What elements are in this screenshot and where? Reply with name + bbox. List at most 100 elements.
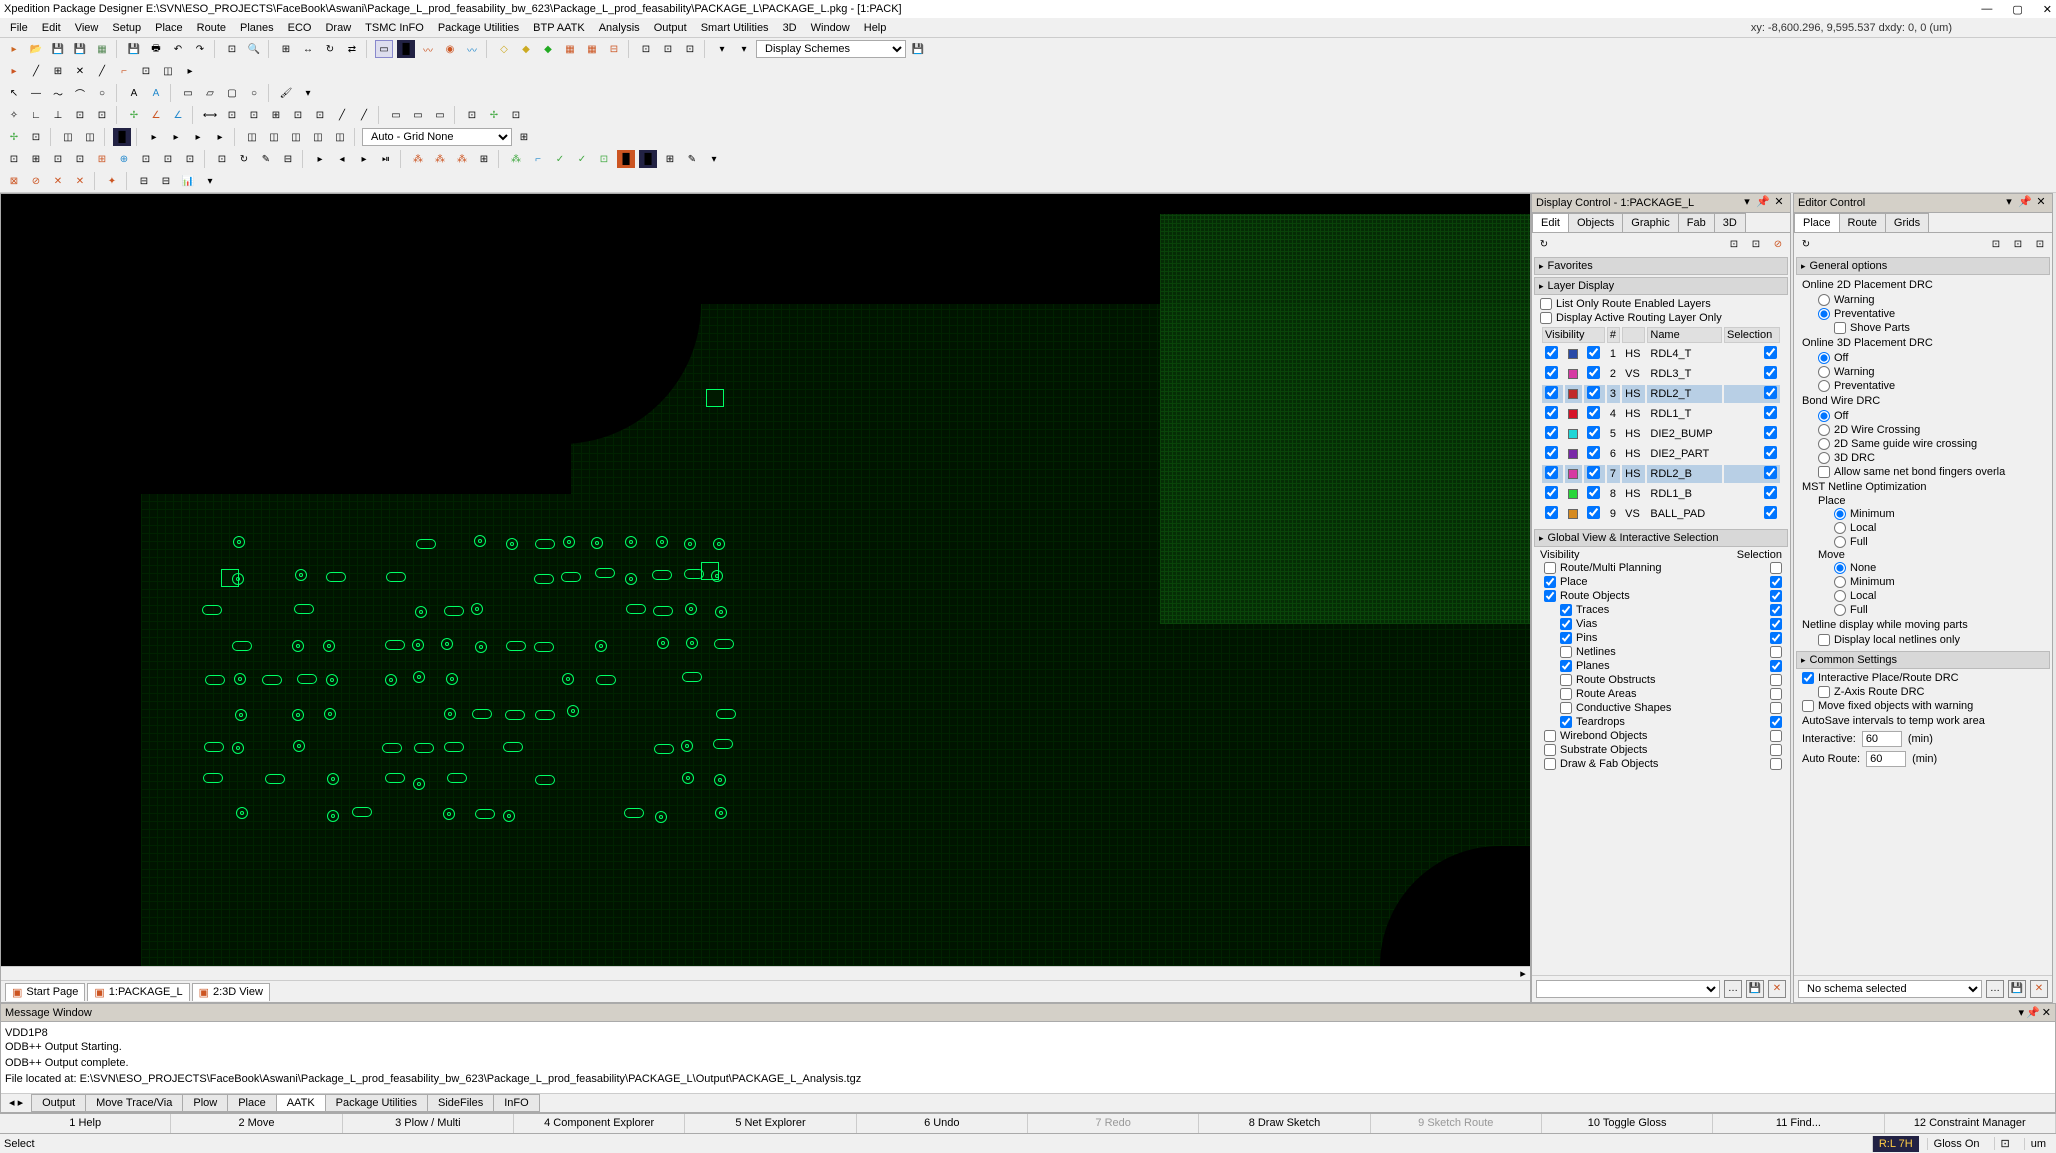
fn-cell[interactable]: 11 Find... (1713, 1114, 1884, 1133)
ec-tab-route[interactable]: Route (1839, 213, 1886, 232)
shape1-icon[interactable]: ▭ (179, 84, 197, 102)
mirror-icon[interactable]: ⇄ (343, 40, 361, 58)
ec-opt3-icon[interactable]: ⊡ (2031, 235, 2049, 253)
p6-icon[interactable]: ⊕ (115, 150, 133, 168)
meas8-icon[interactable]: ╱ (355, 106, 373, 124)
dropdown2-icon[interactable]: ▾ (735, 40, 753, 58)
ec-bottom-combo[interactable]: No schema selected (1798, 980, 1982, 998)
center-icon[interactable]: ✢ (485, 106, 503, 124)
ec-b3-icon[interactable]: ✕ (2030, 980, 2048, 998)
rect-icon[interactable]: ▭ (387, 106, 405, 124)
dc-tab-edit[interactable]: Edit (1532, 213, 1569, 232)
msg-tab[interactable]: InFO (493, 1094, 539, 1112)
meas1-icon[interactable]: ⟷ (201, 106, 219, 124)
msg-tab[interactable]: Place (227, 1094, 277, 1112)
dc-refresh-icon[interactable]: ↻ (1535, 235, 1553, 253)
meas6-icon[interactable]: ⊡ (311, 106, 329, 124)
p11-icon[interactable]: ↻ (235, 150, 253, 168)
minimize-icon[interactable]: — (1981, 3, 1992, 16)
r2-icon[interactable]: ▸ (167, 128, 185, 146)
p8-icon[interactable]: ⊡ (159, 150, 177, 168)
menu-tsmc[interactable]: TSMC InFO (359, 20, 430, 36)
msg-tab[interactable]: Package Utilities (325, 1094, 428, 1112)
p1-icon[interactable]: ⊡ (5, 150, 23, 168)
movexy-icon[interactable]: ⊡ (27, 128, 45, 146)
r1-icon[interactable]: ▸ (145, 128, 163, 146)
ec-opt2-icon[interactable]: ⊡ (2009, 235, 2027, 253)
fn-cell[interactable]: 12 Constraint Manager (1885, 1114, 2056, 1133)
tool-f-icon[interactable]: ⌐ (115, 62, 133, 80)
msg-close-icon[interactable]: ✕ (2042, 1006, 2051, 1019)
q10-icon[interactable]: █ (617, 150, 635, 168)
msg-tab[interactable]: Output (31, 1094, 86, 1112)
menu-smart[interactable]: Smart Utilities (695, 20, 775, 36)
snap5-icon[interactable]: ⊡ (93, 106, 111, 124)
arrow-icon[interactable]: ↖ (5, 84, 23, 102)
ec-refresh-icon[interactable]: ↻ (1797, 235, 1815, 253)
layer-row[interactable]: 2VSRDL3_T (1542, 365, 1780, 383)
tab-package[interactable]: ▣1:PACKAGE_L (87, 983, 189, 1001)
gv-item[interactable]: Place (1540, 575, 1782, 589)
pl-full-radio[interactable]: Full (1802, 535, 2044, 549)
pl-local-radio[interactable]: Local (1802, 521, 2044, 535)
pin-icon[interactable]: 📌 (1756, 196, 1770, 210)
msg-tab[interactable]: AATK (276, 1094, 326, 1112)
layer-row[interactable]: 3HSRDL2_T (1542, 385, 1780, 403)
menu-output[interactable]: Output (648, 20, 693, 36)
menu-analysis[interactable]: Analysis (593, 20, 646, 36)
trace-icon[interactable]: 〰 (419, 40, 437, 58)
angle2-icon[interactable]: ∠ (169, 106, 187, 124)
q5-icon[interactable]: ⁂ (507, 150, 525, 168)
p3-icon[interactable]: ⊡ (49, 150, 67, 168)
scheme-save-icon[interactable]: 💾 (909, 40, 927, 58)
r9-icon[interactable]: ◫ (331, 128, 349, 146)
display-active-check[interactable]: Display Active Routing Layer Only (1540, 311, 1782, 325)
message-body[interactable]: VDD1P8ODB++ Output Starting.ODB++ Output… (1, 1022, 2055, 1093)
msg-tab[interactable]: Move Trace/Via (85, 1094, 183, 1112)
p4-icon[interactable]: ⊡ (71, 150, 89, 168)
r3-icon[interactable]: ▸ (189, 128, 207, 146)
msg-pin-icon[interactable]: 📌 (2026, 1006, 2040, 1019)
fn-cell[interactable]: 9 Sketch Route (1371, 1114, 1542, 1133)
p10-icon[interactable]: ⊡ (213, 150, 231, 168)
flip-icon[interactable]: ↔ (299, 40, 317, 58)
meas5-icon[interactable]: ⊡ (289, 106, 307, 124)
bw-same-radio[interactable]: 2D Same guide wire crossing (1802, 437, 2044, 451)
p13-icon[interactable]: ⊟ (279, 150, 297, 168)
menu-file[interactable]: File (4, 20, 34, 36)
close-panel-icon[interactable]: ✕ (1772, 196, 1786, 210)
tool-g-icon[interactable]: ⊡ (137, 62, 155, 80)
menu-route[interactable]: Route (191, 20, 232, 36)
q6-icon[interactable]: ⌐ (529, 150, 547, 168)
tool-c-icon[interactable]: ⊞ (49, 62, 67, 80)
p14-icon[interactable]: ▸ (311, 150, 329, 168)
ec-tab-grids[interactable]: Grids (1885, 213, 1929, 232)
layer-row[interactable]: 9VSBALL_PAD (1542, 505, 1780, 523)
bw-2d-radio[interactable]: 2D Wire Crossing (1802, 423, 2044, 437)
ec-b1-icon[interactable]: … (1986, 980, 2004, 998)
menu-view[interactable]: View (69, 20, 105, 36)
close-icon[interactable]: ✕ (2043, 3, 2052, 16)
fn-cell[interactable]: 5 Net Explorer (685, 1114, 856, 1133)
dc-tab-graphic[interactable]: Graphic (1622, 213, 1679, 232)
gv-item[interactable]: Teardrops (1540, 715, 1782, 729)
gv-item[interactable]: Route Areas (1540, 687, 1782, 701)
route3-icon[interactable]: ⊡ (681, 40, 699, 58)
save-icon[interactable]: 💾 (49, 40, 67, 58)
r4-icon[interactable]: ▸ (211, 128, 229, 146)
warn-radio[interactable]: Warning (1802, 293, 2044, 307)
movefixed-check[interactable]: Move fixed objects with warning (1802, 699, 2044, 713)
layer-row[interactable]: 4HSRDL1_T (1542, 405, 1780, 423)
prev-radio[interactable]: Preventative (1802, 307, 2044, 321)
p7-icon[interactable]: ⊡ (137, 150, 155, 168)
cancel-icon[interactable]: ⊘ (27, 172, 45, 190)
mv-full-radio[interactable]: Full (1802, 603, 2044, 617)
gv-item[interactable]: Substrate Objects (1540, 743, 1782, 757)
del3-icon[interactable]: ✕ (71, 172, 89, 190)
sel-icon[interactable]: ▭ (375, 40, 393, 58)
ec-opt1-icon[interactable]: ⊡ (1987, 235, 2005, 253)
q4-icon[interactable]: ⊞ (475, 150, 493, 168)
rect2-icon[interactable]: ▭ (409, 106, 427, 124)
shape3-icon[interactable]: ▢ (223, 84, 241, 102)
ec-close-icon[interactable]: ✕ (2034, 196, 2048, 210)
